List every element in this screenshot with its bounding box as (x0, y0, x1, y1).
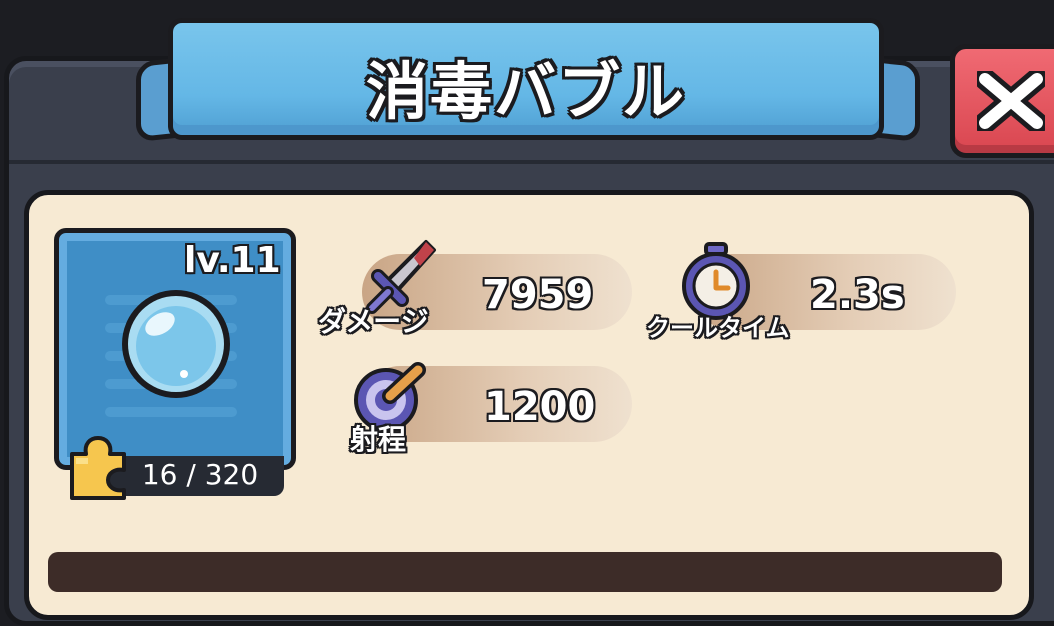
frame-divider (9, 160, 1054, 164)
card-stripe (105, 407, 237, 417)
range-value: 1200 (484, 384, 596, 430)
close-icon (977, 71, 1045, 131)
puzzle-piece-icon (70, 436, 126, 500)
range-label: 射程 (350, 423, 407, 456)
damage-value: 7959 (482, 272, 594, 318)
bottom-section-bar (48, 552, 1002, 592)
cooldown-label: クールタイム (646, 314, 790, 342)
close-button[interactable] (950, 44, 1054, 158)
shard-count: 16 / 320 (141, 458, 259, 491)
bubble-icon (122, 290, 230, 398)
title-banner: 消毒バブル (168, 18, 884, 140)
item-level: lv.11 (184, 240, 281, 281)
dialog-title: 消毒バブル (365, 55, 686, 128)
damage-label: ダメージ (318, 305, 429, 338)
cooldown-value: 2.3s (810, 272, 905, 318)
